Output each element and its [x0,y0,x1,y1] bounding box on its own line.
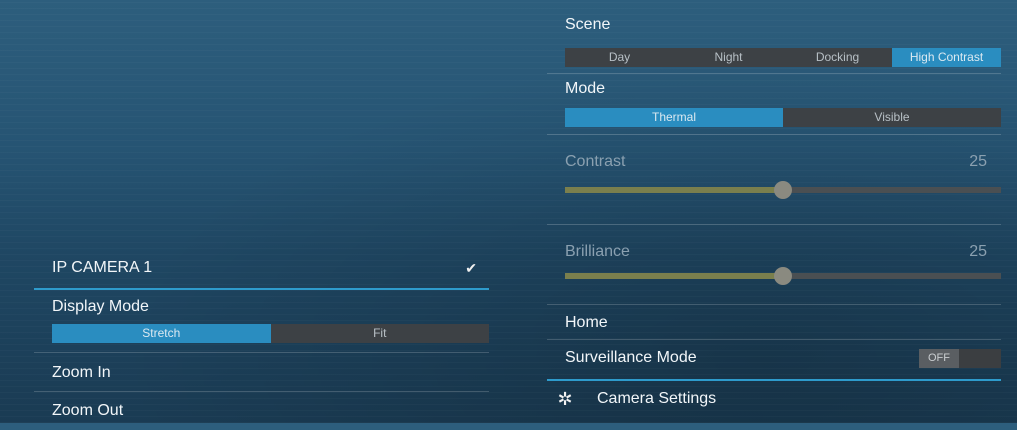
contrast-fill [565,187,783,193]
divider [547,224,1001,225]
contrast-thumb[interactable] [774,181,792,199]
brilliance-fill [565,273,783,279]
brilliance-section: Brilliance 25 [547,243,1001,261]
camera-controls-panel: Scene Day Night Docking High Contrast Mo… [547,12,1001,417]
surveillance-label: Surveillance Mode [565,349,697,366]
mode-thermal[interactable]: Thermal [565,108,783,127]
scene-night[interactable]: Night [674,48,783,67]
scene-docking[interactable]: Docking [783,48,892,67]
mode-segment: Thermal Visible [565,108,1001,127]
camera-select-row[interactable]: IP CAMERA 1 ✔ [34,248,489,288]
scene-high-contrast[interactable]: High Contrast [892,48,1001,67]
mode-section: Mode Thermal Visible [547,74,1001,127]
scene-section: Scene Day Night Docking High Contrast [547,12,1001,67]
contrast-slider-wrap [547,181,1001,199]
brilliance-slider-wrap [547,267,1001,285]
brilliance-slider[interactable] [565,267,1001,285]
display-mode-segment: Stretch Fit [52,324,489,343]
scene-label: Scene [565,16,611,33]
brilliance-row: Brilliance 25 [565,243,987,261]
camera-settings-item[interactable]: ✲ Camera Settings [547,381,1001,417]
home-item[interactable]: Home [547,305,1001,339]
divider [547,134,1001,135]
toggle-off-label: OFF [919,348,959,368]
left-menu: IP CAMERA 1 ✔ Display Mode Stretch Fit Z… [34,248,489,426]
display-mode-label: Display Mode [52,298,149,315]
surveillance-toggle[interactable]: OFF [919,348,1001,368]
zoom-in-item[interactable]: Zoom In [34,353,489,389]
contrast-row: Contrast 25 [565,153,987,171]
brilliance-label: Brilliance [565,243,630,260]
mode-label: Mode [565,80,606,97]
brilliance-value: 25 [969,243,987,260]
brilliance-thumb[interactable] [774,267,792,285]
mode-visible[interactable]: Visible [783,108,1001,127]
scene-day[interactable]: Day [565,48,674,67]
surveillance-row: Surveillance Mode OFF [547,340,1001,376]
contrast-label: Contrast [565,153,626,170]
contrast-value: 25 [969,153,987,170]
accent-divider [34,288,489,290]
display-mode-fit[interactable]: Fit [270,324,489,343]
gear-icon: ✲ [557,388,573,409]
zoom-out-item[interactable]: Zoom Out [34,392,489,426]
camera-name: IP CAMERA 1 [52,259,153,276]
scene-segment: Day Night Docking High Contrast [565,48,1001,67]
display-mode-stretch[interactable]: Stretch [52,324,271,343]
contrast-slider[interactable] [565,181,1001,199]
camera-settings-label: Camera Settings [597,390,717,407]
display-mode-section: Display Mode Stretch Fit [34,298,489,343]
checkmark-icon: ✔ [465,259,477,276]
contrast-section: Contrast 25 [547,153,1001,171]
